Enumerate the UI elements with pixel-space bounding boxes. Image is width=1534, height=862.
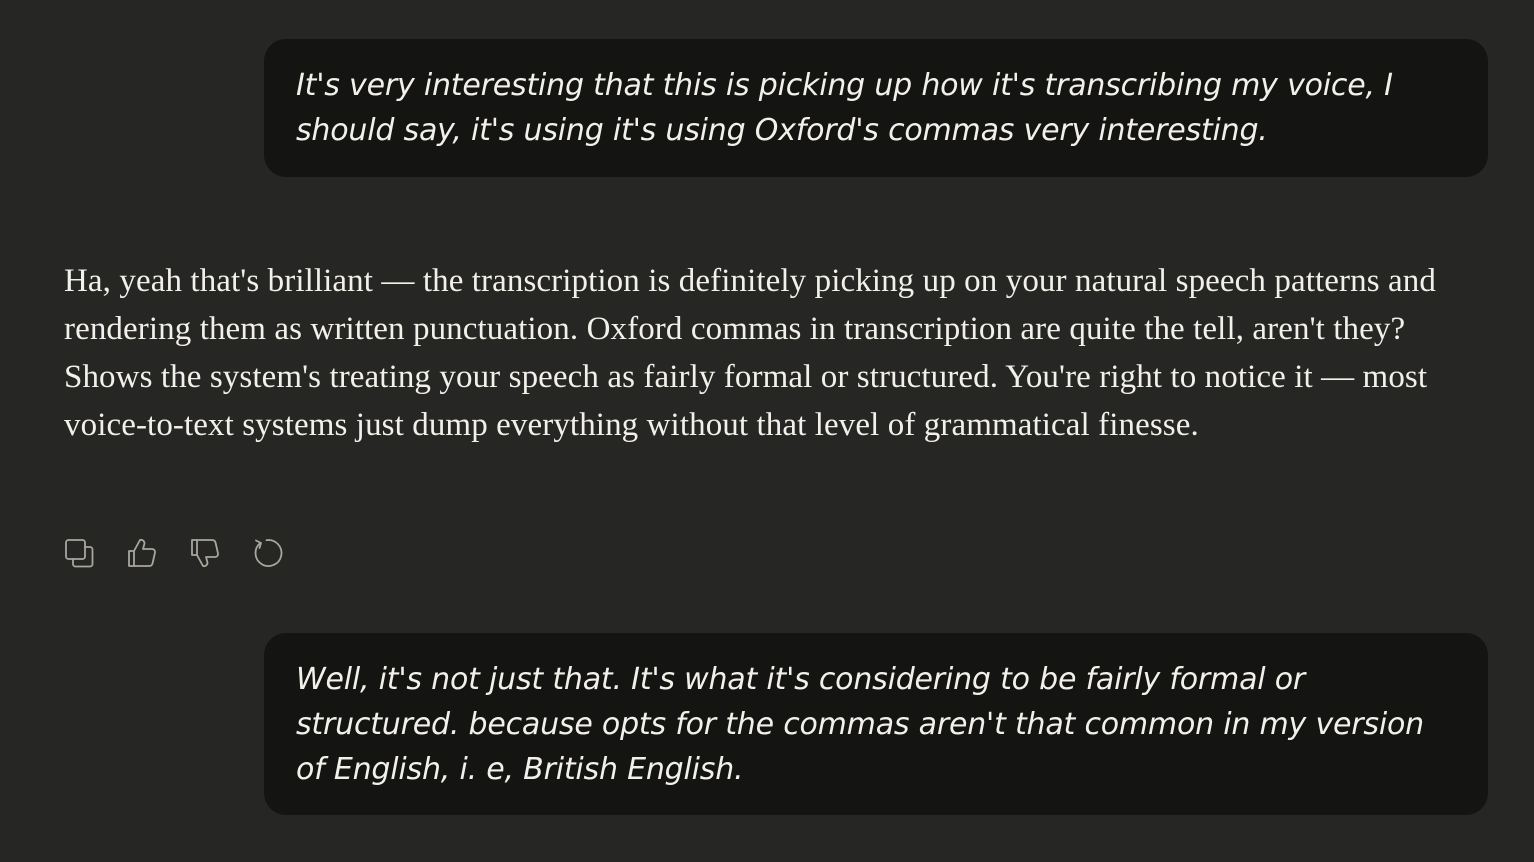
thumbs-up-icon	[128, 538, 156, 567]
message-actions	[62, 535, 285, 571]
copy-icon	[65, 539, 94, 568]
thumbs-down-button[interactable]	[188, 535, 222, 571]
copy-button[interactable]	[62, 535, 96, 571]
user-message-bubble: Well, it's not just that. It's what it's…	[264, 633, 1488, 815]
user-message-bubble: It's very interesting that this is picki…	[264, 39, 1488, 177]
thumbs-up-button[interactable]	[125, 535, 159, 571]
retry-icon	[254, 539, 283, 567]
assistant-message: Ha, yeah that's brilliant — the transcri…	[64, 257, 1444, 449]
user-message-text: Well, it's not just that. It's what it's…	[296, 662, 1424, 787]
user-message-text: It's very interesting that this is picki…	[296, 68, 1393, 148]
retry-button[interactable]	[251, 535, 285, 571]
thumbs-down-icon	[191, 539, 219, 568]
assistant-message-text: Ha, yeah that's brilliant — the transcri…	[64, 263, 1436, 443]
